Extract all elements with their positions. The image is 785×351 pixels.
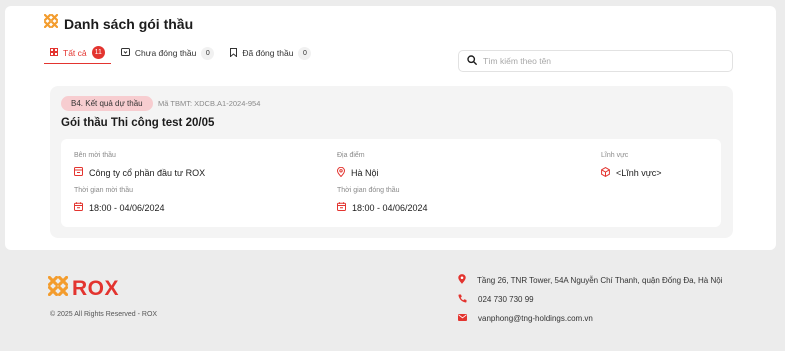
inviter-text: Công ty cổ phần đầu tư ROX [89, 167, 206, 178]
footer-logo[interactable]: ROX [47, 275, 120, 301]
tab-not-closed-count: 0 [201, 46, 215, 60]
search-input[interactable] [483, 56, 723, 66]
search-icon [467, 52, 477, 70]
tab-bar: Tất cả 11 Chưa đóng thầu 0 Đã đóng thầu … [44, 42, 317, 64]
page-title: Danh sách gói thầu [64, 15, 194, 32]
cube-icon [601, 167, 610, 179]
location-text: Hà Nội [351, 168, 379, 178]
status-badge: B4. Kết quả dự thầu [61, 96, 153, 111]
close-time-label: Thời gian đóng thầu [337, 187, 400, 194]
bid-package-title[interactable]: Gói thầu Thi công test 20/05 [61, 117, 214, 129]
phone-text: 024 730 730 99 [478, 295, 534, 304]
field-text: <Lĩnh vực> [616, 168, 662, 178]
building-icon [74, 167, 83, 178]
inviter-label: Bên mời thầu [74, 152, 116, 159]
tab-closed[interactable]: Đã đóng thầu 0 [224, 42, 317, 64]
email-text: vanphong@tng-holdings.com.vn [478, 314, 593, 323]
inviter-value: Công ty cổ phần đầu tư ROX [74, 167, 205, 178]
invite-time-text: 18:00 - 04/06/2024 [89, 202, 165, 213]
tab-not-closed-label: Chưa đóng thầu [134, 48, 197, 58]
contact-email[interactable]: vanphong@tng-holdings.com.vn [458, 314, 593, 323]
inbox-icon [120, 48, 130, 58]
close-time-value: 18:00 - 04/06/2024 [337, 202, 428, 213]
address-text: Tầng 26, TNR Tower, 54A Nguyễn Chí Thanh… [477, 275, 723, 285]
field-label: Lĩnh vực [601, 152, 629, 159]
notice-code: Mã TBMT: XDCB.A1-2024-954 [158, 99, 261, 108]
search-box[interactable] [458, 50, 733, 72]
calendar-icon [337, 202, 346, 213]
contact-address: Tầng 26, TNR Tower, 54A Nguyễn Chí Thanh… [458, 274, 722, 286]
field-value: <Lĩnh vực> [601, 167, 662, 179]
logo-text: ROX [72, 276, 120, 300]
bid-info-panel: Bên mời thầu Công ty cổ phần đầu tư ROX … [61, 139, 721, 227]
location-label: Địa điểm [337, 152, 365, 159]
calendar-icon [74, 202, 83, 213]
rox-mark-icon [43, 13, 59, 33]
rox-mark-icon [47, 275, 69, 301]
tab-closed-label: Đã đóng thầu [242, 48, 294, 58]
bid-package-card[interactable]: B4. Kết quả dự thầu Mã TBMT: XDCB.A1-202… [50, 86, 733, 238]
page-header: Danh sách gói thầu [43, 13, 194, 33]
bookmark-icon [230, 47, 238, 59]
tab-all-count: 11 [91, 46, 105, 59]
invite-time-value: 18:00 - 04/06/2024 [74, 202, 165, 213]
location-pin-icon [336, 166, 346, 179]
mail-icon [458, 314, 467, 323]
grid-icon [50, 47, 58, 58]
tab-all-label: Tất cả [63, 47, 87, 58]
tab-all[interactable]: Tất cả 11 [44, 42, 111, 64]
tab-closed-count: 0 [298, 46, 312, 60]
phone-icon [458, 294, 467, 305]
location-value: Hà Nội [336, 166, 379, 179]
copyright-text: © 2025 All Rights Reserved - ROX [50, 311, 158, 318]
close-time-text: 18:00 - 04/06/2024 [352, 202, 428, 213]
location-pin-icon [458, 274, 466, 286]
contact-phone[interactable]: 024 730 730 99 [458, 294, 534, 305]
invite-time-label: Thời gian mời thầu [74, 187, 133, 194]
tab-not-closed[interactable]: Chưa đóng thầu 0 [115, 42, 220, 64]
